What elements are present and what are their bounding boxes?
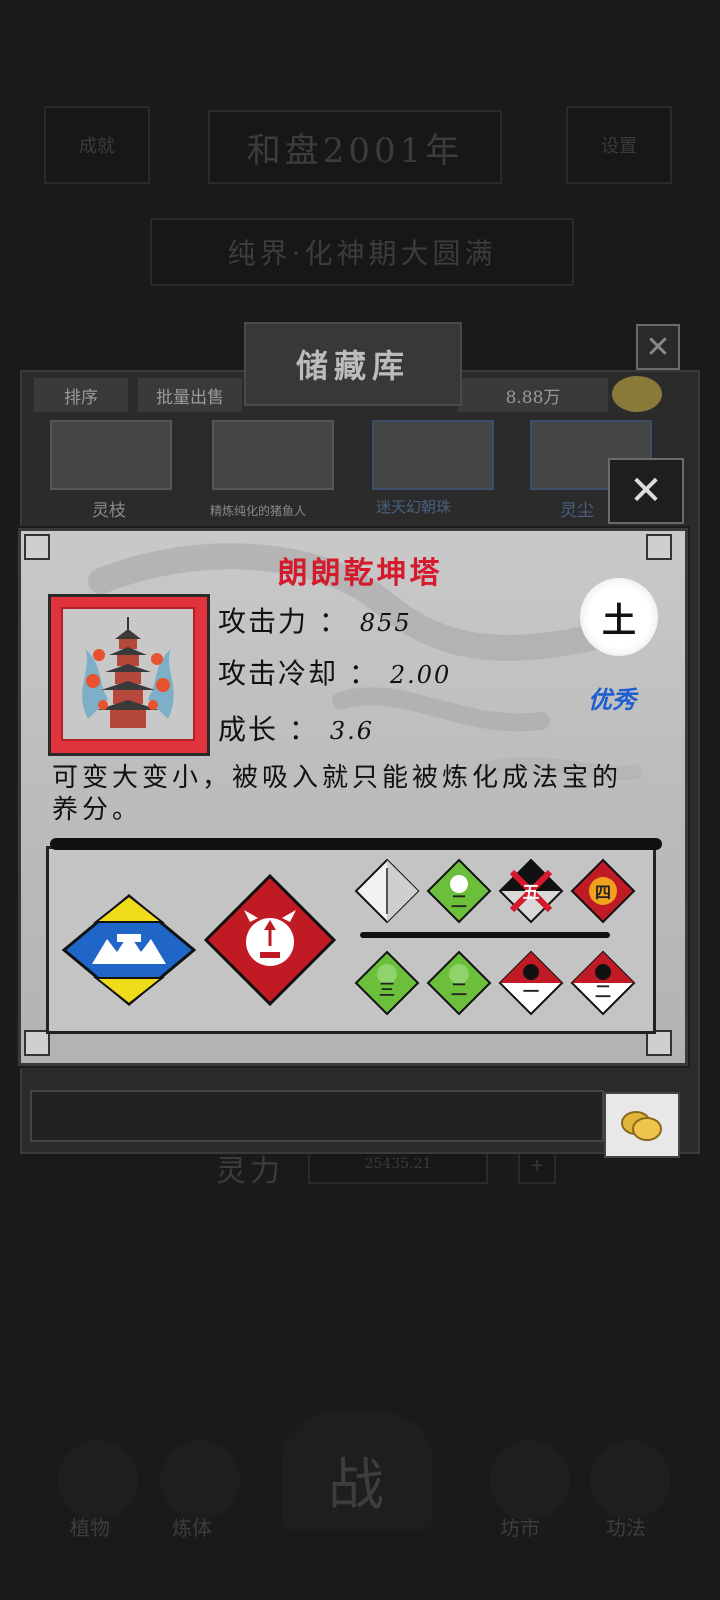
white-arrow-skill-icon[interactable] [354,858,420,924]
nav-market-button[interactable] [490,1440,570,1520]
storage-slot-2[interactable] [212,420,334,490]
forbidden-five-skill-icon[interactable]: 五 [498,858,564,924]
growth-label: 成长 [218,713,279,746]
storage-slot-3[interactable] [372,420,494,490]
cooldown-stat: 攻击冷却 ： 2.00 [218,657,452,690]
nav-market-label: 坊市 [500,1516,540,1540]
nav-body-label: 炼体 [172,1516,212,1540]
pagoda-icon [82,617,174,728]
growth-stat: 成长 ： 3.6 [218,713,375,746]
currency-display: 8.88万 [458,378,608,412]
gold-coin-icon [612,376,662,412]
year-label: 和盘2001年 [246,130,464,171]
cooldown-value: 2.00 [389,661,452,689]
nav-plant-button[interactable] [58,1440,138,1520]
cooldown-label: 攻击冷却 [218,657,339,690]
element-label: 土 [602,600,636,641]
storage-slot-4-label: 灵尘 [560,501,594,521]
attack-label: 攻击力 [218,605,309,638]
realm-banner: 纯界·化神期大圆满 [150,218,574,286]
attack-stat: 攻击力 ： 855 [218,605,412,638]
realm-label: 纯界·化神期大圆满 [227,237,497,270]
settings-button[interactable]: 设置 [566,106,672,184]
achievement-button[interactable]: 成就 [44,106,150,184]
growth-value: 3.6 [329,717,375,745]
storage-slot-3-label: 迷天幻朝珠 [376,498,452,516]
item-portrait [61,607,195,741]
close-icon: ✕ [629,468,663,514]
attack-value: 855 [359,609,412,637]
coin-pile-icon [621,1111,662,1141]
storage-coin-button[interactable] [604,1092,680,1158]
storage-slot-2-label: 精炼纯化的猪鱼人 [210,504,307,518]
storage-title-plate: 储藏库 [244,322,462,406]
nav-battle-label: 战 [328,1453,384,1518]
plus-icon: + [529,1154,545,1176]
year-display: 和盘2001年 [208,110,502,184]
water-shield-skill-icon[interactable] [61,894,197,1006]
close-icon: ✕ [645,329,671,365]
storage-bottom-bar [30,1090,604,1142]
storage-close-button[interactable]: ✕ [636,324,680,370]
achievement-label: 成就 [79,136,115,157]
storage-slot-1[interactable] [50,420,172,490]
demon-attack-up-skill-icon[interactable] [203,873,337,1007]
grade-label: 优秀 [588,685,636,714]
detail-close-button[interactable]: ✕ [608,458,684,524]
red-one-skill-icon[interactable]: 一 [498,950,564,1016]
green-two-skill-icon[interactable]: 二 [426,950,492,1016]
storage-slot-1-label: 灵枝 [92,501,126,521]
nav-skill-button[interactable] [590,1440,670,1520]
settings-label: 设置 [601,136,637,157]
nav-skill-label: 功法 [606,1516,646,1540]
green-level-skill-icon[interactable]: 二 [426,858,492,924]
item-portrait-frame [48,594,210,756]
nav-plant-label: 植物 [70,1516,110,1540]
red-two-skill-icon[interactable]: 二 [570,950,636,1016]
element-badge: 土 [580,578,658,656]
storage-title: 储藏库 [295,347,410,385]
sort-tab[interactable]: 排序 [34,378,128,412]
green-three-skill-icon[interactable]: 三 [354,950,420,1016]
currency-value: 8.88万 [505,387,561,408]
brush-stroke-divider [50,838,662,850]
nav-body-button[interactable] [160,1440,240,1520]
bulk-sell-tab[interactable]: 批量出售 [138,378,242,412]
skills-divider [360,932,610,938]
fire-four-skill-icon[interactable]: 四 [570,858,636,924]
item-description: 可变大变小，被吸入就只能被炼化成法宝的养分。 [52,763,623,825]
spirit-power-label-wrap: 灵力 [190,1148,310,1189]
